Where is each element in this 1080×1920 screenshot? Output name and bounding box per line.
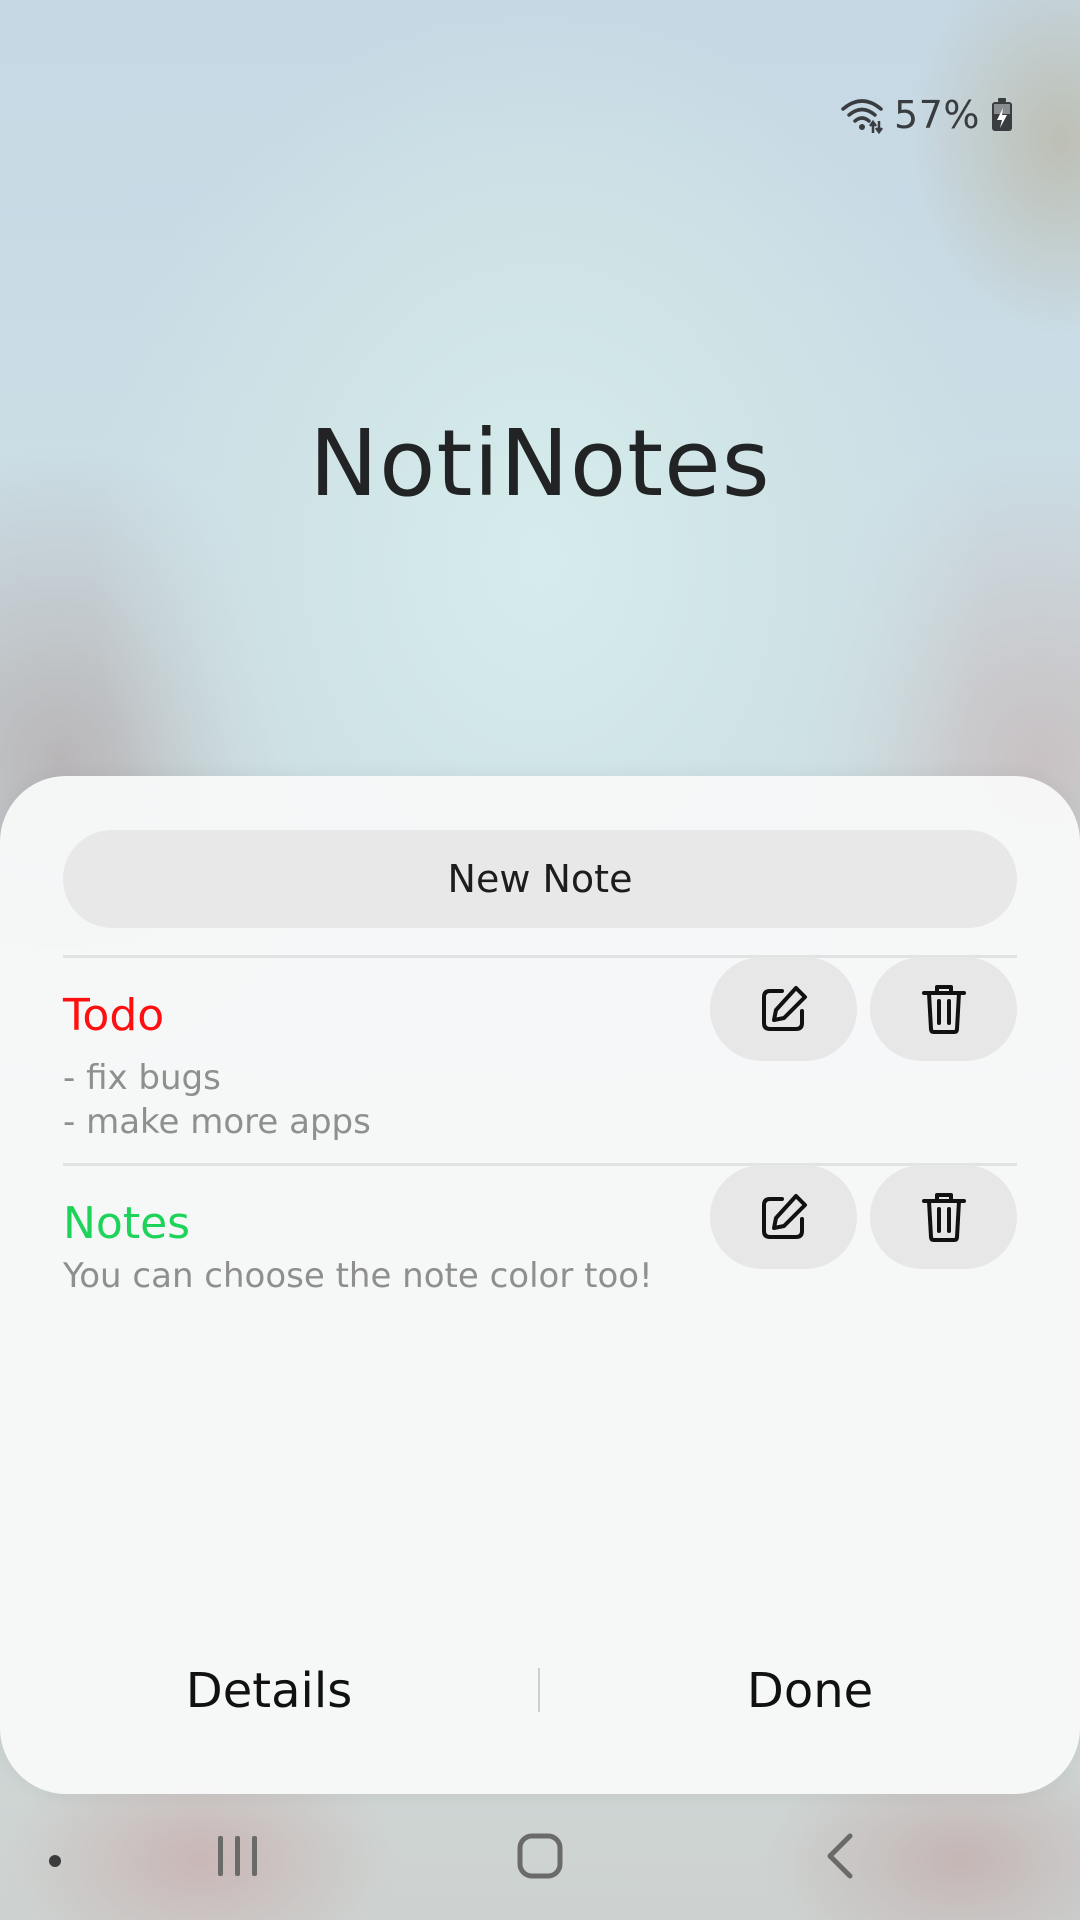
divider [63,955,1017,958]
details-button[interactable]: Details [59,1656,479,1726]
delete-note-button[interactable] [870,957,1017,1061]
note-title: Todo [63,990,165,1041]
navigation-bar [0,1820,1080,1900]
battery-charging-icon [992,98,1012,131]
divider [63,1163,1017,1166]
status-bar: 57% [840,90,1014,140]
recents-icon[interactable] [216,1832,260,1880]
app-title: NotiNotes [309,410,771,517]
back-icon[interactable] [822,1832,858,1880]
edit-icon [761,986,807,1031]
trash-icon [921,985,966,1034]
battery-percent: 57% [894,93,980,137]
trash-icon [921,1193,966,1242]
note-title: Notes [63,1198,191,1249]
home-icon[interactable] [516,1832,564,1880]
done-button[interactable]: Done [600,1656,1020,1726]
screen: 57% NotiNotes New Note Todo - fix bugs -… [0,0,1080,1920]
edit-icon [761,1194,807,1239]
footer-divider [538,1668,540,1712]
notes-dialog: New Note Todo - fix bugs - make more app… [0,776,1080,1794]
edit-note-button[interactable] [710,957,857,1061]
wifi-icon [841,99,884,135]
note-body: You can choose the note color too! [63,1256,653,1296]
note-body: - fix bugs - make more apps [63,1058,371,1142]
new-note-button[interactable]: New Note [63,830,1017,928]
note-item-notes[interactable]: Notes You can choose the note color too! [63,1165,1017,1318]
nav-dot-icon [48,1854,62,1868]
delete-note-button[interactable] [870,1165,1017,1269]
edit-note-button[interactable] [710,1165,857,1269]
note-item-todo[interactable]: Todo - fix bugs - make more apps [63,957,1017,1150]
